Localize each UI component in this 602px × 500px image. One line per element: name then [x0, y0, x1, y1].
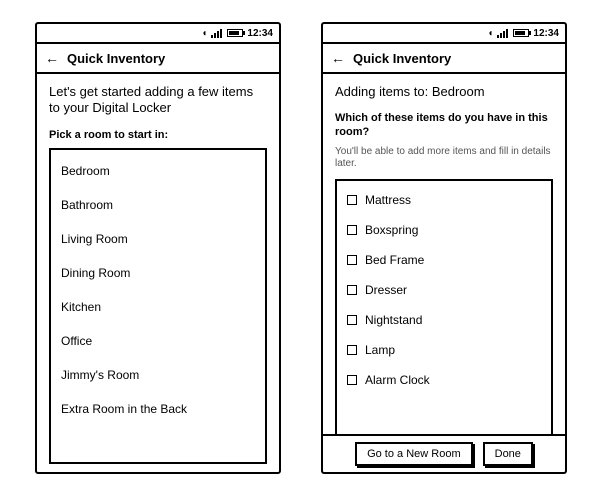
item-row[interactable]: Dresser [345, 275, 543, 305]
checkbox-icon[interactable] [347, 255, 357, 265]
go-to-new-room-button[interactable]: Go to a New Room [355, 442, 473, 466]
checkbox-icon[interactable] [347, 315, 357, 325]
room-item[interactable]: Dining Room [59, 256, 257, 290]
phone-screen-2: ◖ 12:34 ← Quick Inventory Adding items t… [321, 22, 567, 474]
item-label: Mattress [365, 193, 411, 207]
item-label: Boxspring [365, 223, 418, 237]
signal-bars-icon [211, 28, 223, 38]
phone-screen-1: ◖ 12:34 ← Quick Inventory Let's get star… [35, 22, 281, 474]
app-title: Quick Inventory [353, 51, 451, 66]
screen-body-2: Adding items to: Bedroom Which of these … [323, 74, 565, 434]
app-header: ← Quick Inventory [37, 44, 279, 74]
item-label: Alarm Clock [365, 373, 430, 387]
checkbox-icon[interactable] [347, 195, 357, 205]
adding-to-text: Adding items to: Bedroom [335, 84, 553, 100]
hint-text: You'll be able to add more items and fil… [335, 146, 553, 171]
item-row[interactable]: Boxspring [345, 215, 543, 245]
item-row[interactable]: Alarm Clock [345, 365, 543, 395]
checkbox-icon[interactable] [347, 345, 357, 355]
item-label: Dresser [365, 283, 407, 297]
room-item[interactable]: Jimmy's Room [59, 358, 257, 392]
pick-room-label: Pick a room to start in: [49, 129, 267, 143]
items-list[interactable]: Mattress Boxspring Bed Frame Dresser Nightst… [335, 179, 553, 434]
status-bar: ◖ 12:34 [37, 24, 279, 44]
checkbox-icon[interactable] [347, 375, 357, 385]
item-row[interactable]: Lamp [345, 335, 543, 365]
screen-body-1: Let's get started adding a few items to … [37, 74, 279, 472]
item-label: Lamp [365, 343, 395, 357]
item-label: Nightstand [365, 313, 422, 327]
status-bar: ◖ 12:34 [323, 24, 565, 44]
which-items-label: Which of these items do you have in this… [335, 112, 553, 140]
status-time: 12:34 [247, 28, 273, 39]
room-item[interactable]: Extra Room in the Back [59, 392, 257, 426]
wifi-icon: ◖ [487, 28, 493, 39]
room-item[interactable]: Office [59, 324, 257, 358]
checkbox-icon[interactable] [347, 225, 357, 235]
room-item[interactable]: Kitchen [59, 290, 257, 324]
app-title: Quick Inventory [67, 51, 165, 66]
item-row[interactable]: Bed Frame [345, 245, 543, 275]
signal-bars-icon [497, 28, 509, 38]
battery-icon [513, 29, 529, 37]
back-arrow-icon[interactable]: ← [331, 50, 345, 66]
footer-bar: Go to a New Room Done [323, 434, 565, 472]
done-button[interactable]: Done [483, 442, 533, 466]
room-item[interactable]: Bathroom [59, 188, 257, 222]
item-row[interactable]: Nightstand [345, 305, 543, 335]
room-item[interactable]: Living Room [59, 222, 257, 256]
status-time: 12:34 [533, 28, 559, 39]
checkbox-icon[interactable] [347, 285, 357, 295]
app-header: ← Quick Inventory [323, 44, 565, 74]
room-item[interactable]: Bedroom [59, 154, 257, 188]
wifi-icon: ◖ [201, 28, 207, 39]
item-label: Bed Frame [365, 253, 424, 267]
back-arrow-icon[interactable]: ← [45, 50, 59, 66]
battery-icon [227, 29, 243, 37]
intro-text: Let's get started adding a few items to … [49, 84, 267, 117]
item-row[interactable]: Mattress [345, 185, 543, 215]
rooms-list[interactable]: BedroomBathroomLiving RoomDining RoomKit… [49, 148, 267, 464]
